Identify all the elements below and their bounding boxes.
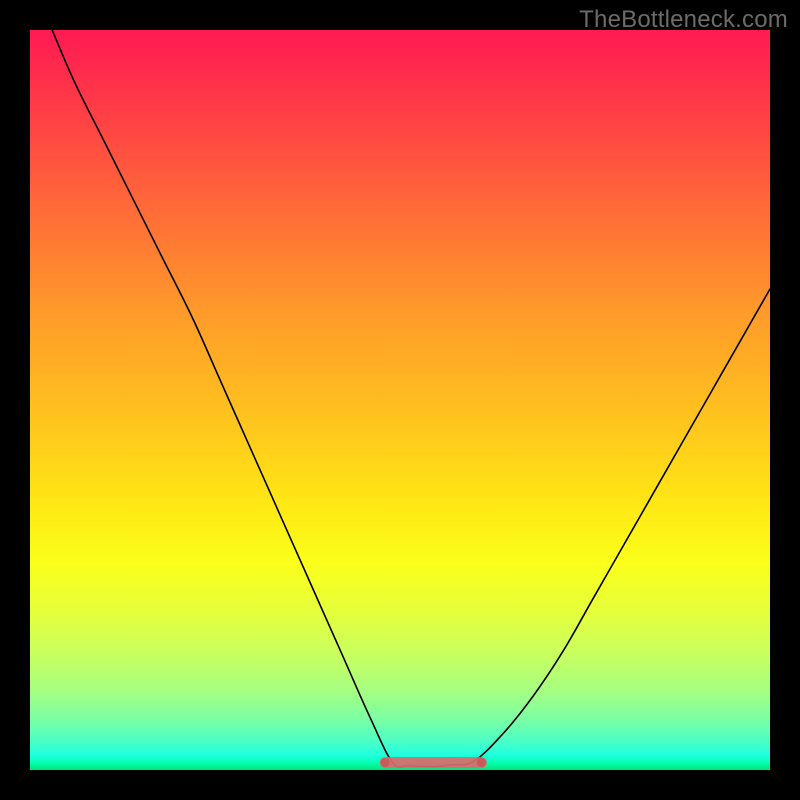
curve-svg <box>30 30 770 770</box>
chart-frame: TheBottleneck.com <box>0 0 800 800</box>
min-blob <box>380 757 487 768</box>
curve-layer <box>30 30 770 770</box>
bottleneck-curve <box>52 30 770 767</box>
watermark-text: TheBottleneck.com <box>579 6 788 34</box>
blob-end-right <box>477 758 486 767</box>
blob-end-left <box>381 758 390 767</box>
plot-area <box>30 30 770 770</box>
